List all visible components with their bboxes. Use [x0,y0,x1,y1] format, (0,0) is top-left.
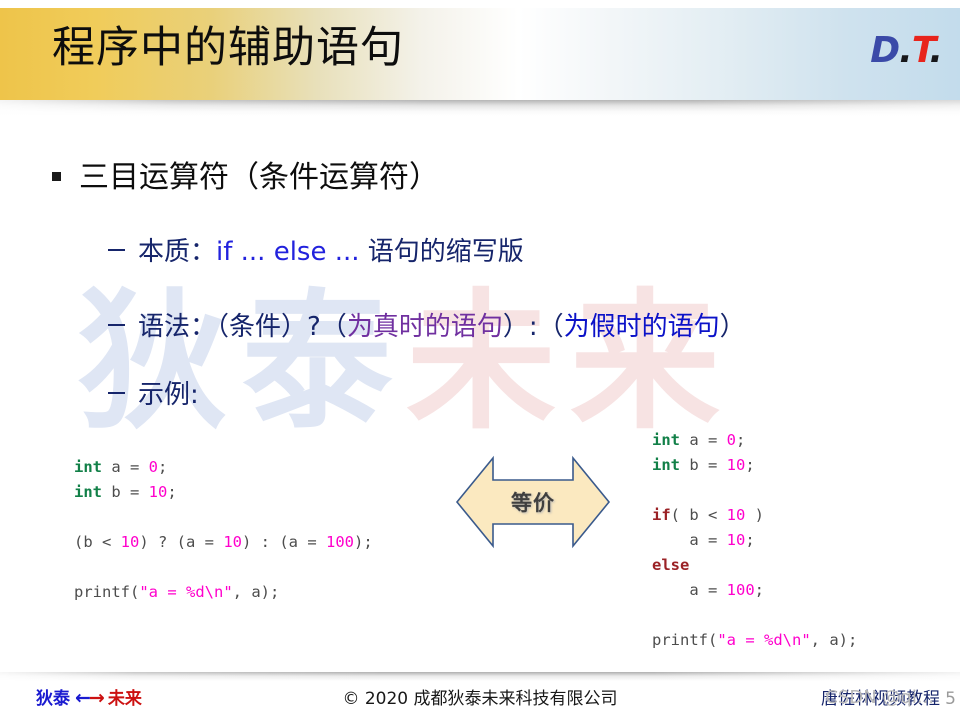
code-token: (b < [74,533,121,551]
code-token: ; [158,458,168,476]
code-token: b = [680,456,727,474]
code-token: ); [354,533,373,551]
code-token: ) : (a = [242,533,327,551]
code-token: ; [167,483,177,501]
code-token: 10 [120,533,140,551]
code-block-ternary: int a = 0; int b = 10; (b < 10) ? (a = 1… [74,455,373,605]
code-token: a = [652,581,727,599]
code-token: 10 [726,456,746,474]
code-token: a = [102,458,149,476]
equivalence-label: 等价 [511,491,555,515]
code-token: 0 [726,431,737,449]
code-token: printf( [74,583,140,601]
bullet-level1-ternary-operator: 三目运算符（条件运算符） [52,158,439,198]
code-token: printf( [652,631,718,649]
bullet-level2-essence: 本质：if ... else ... 语句的缩写版 [108,235,524,269]
slide: 程序中的辅助语句 D.T. 狄泰未来 三目运算符（条件运算符） 本质：if ..… [0,0,960,720]
code-block-if-else: int a = 0; int b = 10; if( b < 10 ) a = … [652,428,857,653]
code-token: ; [745,456,755,474]
code-token: else [652,556,690,574]
slide-content: 三目运算符（条件运算符） 本质：if ... else ... 语句的缩写版 语… [0,0,960,720]
code-token: "a = %d\n" [139,583,233,601]
syntax-middle: ）:（ [502,312,564,342]
bullet-level2-syntax: 语法：（条件）?（为真时的语句）:（为假时的语句） [108,310,746,344]
code-token: 10 [726,531,746,549]
code-token: ) ? (a = [139,533,224,551]
equivalence-arrow: 等价 [455,446,611,558]
code-token: a = [652,531,727,549]
code-token: 0 [148,458,159,476]
code-token: ( b < [670,506,727,524]
syntax-false-branch: 为假时的语句 [563,312,720,342]
syntax-prefix: 语法：（条件）?（ [138,312,347,342]
code-token: , a); [810,631,858,649]
code-token: a = [680,431,727,449]
essence-keywords: if ... else ... [216,237,360,267]
code-token: 100 [326,533,355,551]
code-token: , a); [232,583,280,601]
code-token: 10 [726,506,746,524]
code-token: 100 [726,581,755,599]
square-bullet-icon [52,171,61,181]
code-token: int [652,431,680,449]
code-token: ; [754,581,764,599]
essence-suffix: 语句的缩写版 [359,237,524,267]
bullet-level1-label: 三目运算符（条件运算符） [79,160,439,195]
code-token: if [652,506,671,524]
code-token: int [74,458,102,476]
code-token: b = [102,483,149,501]
code-token: ; [736,431,746,449]
code-token: int [74,483,102,501]
code-token: ; [745,531,755,549]
syntax-true-branch: 为真时的语句 [346,312,503,342]
syntax-suffix: ） [719,312,746,342]
csdn-watermark: CSDN @qi... [825,687,934,708]
dash-bullet-icon [108,391,125,394]
code-token: ) [745,506,765,524]
bullet-level2-example: 示例: [108,378,199,412]
code-token: 10 [148,483,168,501]
dash-bullet-icon [108,323,125,326]
dash-bullet-icon [108,248,125,251]
example-label: 示例: [138,380,199,410]
essence-prefix: 本质： [138,237,217,267]
code-token: "a = %d\n" [717,631,811,649]
code-token: int [652,456,680,474]
code-token: 10 [223,533,243,551]
